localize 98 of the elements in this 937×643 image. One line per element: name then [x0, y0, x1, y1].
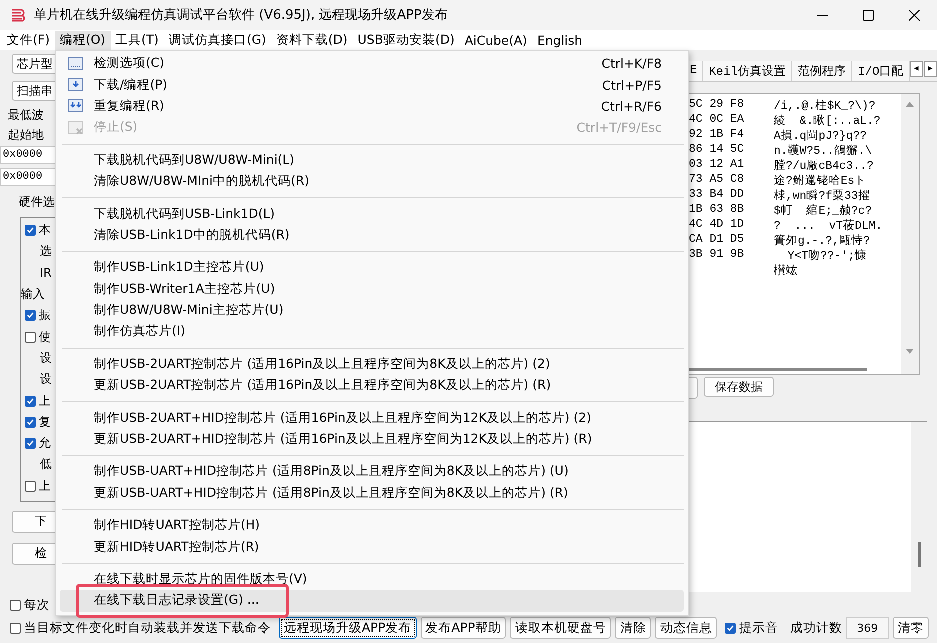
menu-item[interactable]: 清除U8W/U8W-MIni中的脱机代码(R) — [60, 170, 684, 192]
checkbox[interactable] — [10, 600, 21, 611]
tab-scroll-button[interactable]: ◂ — [910, 61, 923, 77]
close-icon[interactable] — [908, 10, 920, 20]
hex-bytes: 3B 91 9B — [688, 248, 746, 263]
checkbox-label: 复 — [39, 414, 51, 431]
menu-item[interactable]: 制作USB-Link1D主控芯片(U) — [60, 257, 684, 279]
menu-item[interactable]: 制作U8W/U8W-Mini主控芯片(U) — [60, 300, 684, 322]
menu-item[interactable]: 在线下载日志记录设置(G) ... — [60, 590, 684, 612]
hex-bytes: 5C 29 F8 — [688, 98, 746, 113]
ascii-text: /i,.@.柱$K_?\)? — [774, 98, 876, 113]
action-button[interactable]: 清除 — [615, 617, 652, 639]
option-label: 设 — [40, 350, 52, 367]
ascii-text: n.韄W?5..鵮獬.\ — [774, 144, 872, 158]
ascii-text: A損.q閩pJ?}q?? — [774, 128, 868, 143]
menu-item[interactable]: AiCube(A) — [460, 32, 532, 48]
option-label: 选 — [40, 243, 52, 260]
menu-item[interactable]: 清除USB-Link1D中的脱机代码(R) — [60, 224, 684, 246]
ascii-text: 簣夘g.-.?,甌恃? — [774, 234, 870, 248]
action-button[interactable]: 读取本机硬盘号 — [510, 617, 612, 639]
menu-item[interactable]: USB驱动安装(D) — [352, 30, 460, 50]
reset-button[interactable]: 清零 — [893, 617, 929, 639]
hex-bytes: 03 12 A1 — [688, 158, 746, 173]
menu-item[interactable]: 制作USB-2UART+HID控制芯片 (适用16Pin及以上且程序空间为12K及以上的芯片) (2) — [60, 407, 684, 429]
checkbox[interactable] — [25, 396, 36, 407]
checkbox-label: 提示音 — [739, 620, 778, 636]
hex-bytes: 4C 0C EA — [688, 113, 746, 128]
checkbox[interactable] — [25, 438, 36, 450]
checkbox-label: 使 — [39, 328, 51, 346]
ascii-text: 梂,wn瞬?f粟33擢 — [774, 188, 870, 203]
ascii-text: 途?鲋邋铑哈Esト — [774, 174, 867, 188]
menu-item[interactable]: 制作仿真芯片(I) — [60, 321, 684, 343]
tab-label[interactable]: 硬件选 — [19, 194, 58, 211]
checkbox-label: 上 — [39, 478, 51, 495]
option-label: IR — [40, 266, 52, 280]
stop-icon — [68, 120, 84, 136]
menu-item[interactable]: 下载脱机代码到USB-Link1D(L) — [60, 203, 684, 225]
checkbox[interactable] — [25, 416, 36, 428]
checkbox[interactable] — [25, 310, 36, 322]
app-logo-icon — [10, 7, 26, 23]
hex-bytes: 33 B4 DD — [688, 188, 746, 203]
counter-label: 成功计数 — [790, 620, 842, 636]
tab[interactable]: 范例程序 — [792, 61, 852, 81]
checkbox[interactable] — [10, 622, 21, 634]
option-label: 低 — [40, 456, 52, 474]
menu-item[interactable]: 制作USB-2UART控制芯片 (适用16Pin及以上且程序空间为8K及以上的芯片) (2) — [60, 354, 684, 376]
menu-item[interactable]: 编程(O) — [54, 30, 111, 50]
checkbox-label: 允 — [39, 435, 51, 452]
field-label: 起始地 — [8, 127, 45, 144]
tab[interactable]: I/O口配 — [852, 61, 910, 81]
checkbox-label: 每次 — [24, 597, 50, 614]
checkbox-label: 上 — [39, 392, 51, 410]
hex-bytes: 73 A5 C8 — [688, 173, 746, 188]
save-button[interactable]: 保存数据 — [704, 377, 774, 397]
tab-scroll-button[interactable]: ▸ — [924, 61, 937, 77]
menu-item[interactable]: 下载脱机代码到U8W/U8W-Mini(L) — [60, 150, 684, 171]
download-icon — [68, 77, 84, 94]
list-icon — [68, 56, 84, 72]
checkbox[interactable] — [25, 225, 36, 236]
counter-field: 369 — [846, 617, 889, 639]
menu-item[interactable]: English — [532, 32, 588, 48]
menu-item[interactable]: 制作USB-Writer1A主控芯片(U) — [60, 278, 684, 300]
download-icon — [68, 98, 84, 114]
ascii-text: 綾 &.瞅[:..aL.? — [774, 114, 881, 128]
menu-item[interactable]: 资料下载(D) — [271, 30, 353, 50]
hex-bytes: 4C 4D 1D — [688, 218, 746, 233]
menu-item[interactable]: 更新USB-UART+HID控制芯片 (适用8Pin及以上且程序空间为8K及以上的芯片) (R) — [60, 482, 684, 504]
action-button[interactable]: 远程现场升级APP发布 — [279, 617, 417, 639]
hex-bytes: 1B 63 8B — [688, 203, 746, 218]
checkbox[interactable] — [25, 480, 36, 492]
ascii-text: ? ... vT莜DLM. — [774, 218, 883, 233]
scrollbar[interactable] — [687, 368, 867, 371]
ascii-text: Y<T吻??-';慷 — [786, 248, 868, 263]
section-label: 输入 — [21, 286, 45, 304]
menu-item[interactable]: 更新USB-2UART+HID控制芯片 (适用16Pin及以上且程序空间为12K及以上的芯片) (R) — [60, 428, 684, 450]
hex-bytes: CA D1 D5 — [688, 233, 746, 248]
window-title: 单片机在线升级编程仿真调试平台软件 (V6.95J), 远程现场升级APP发布 — [34, 7, 449, 24]
hex-bytes: 92 1B F4 — [688, 128, 746, 143]
field-label: 最低波 — [8, 107, 45, 124]
checkbox[interactable] — [25, 332, 36, 343]
menu-item[interactable]: 文件(F) — [2, 30, 55, 50]
ascii-text: 膛?/u厰cB4c3..? — [774, 158, 874, 173]
tab[interactable]: Keil仿真设置 — [703, 61, 792, 81]
menu-item[interactable]: 更新USB-2UART控制芯片 (适用16Pin及以上且程序空间为8K及以上的芯片) (R) — [60, 375, 684, 396]
hex-bytes: 86 14 5C — [688, 143, 746, 158]
action-button[interactable]: 动态信息 — [655, 617, 718, 639]
menu-item[interactable]: 制作USB-UART+HID控制芯片 (适用8Pin及以上且程序空间为8K及以上的芯片) (U) — [60, 461, 684, 483]
option-label: 设 — [40, 371, 52, 388]
checkbox[interactable] — [725, 622, 736, 634]
menu-item[interactable]: 工具(T) — [110, 30, 164, 50]
maximize-icon[interactable] — [862, 10, 874, 20]
action-button[interactable]: 发布APP帮助 — [420, 617, 506, 639]
ascii-text: 櫕竑 — [774, 264, 798, 278]
ascii-text: $帄 綰E;_赪?c? — [774, 203, 872, 218]
checkbox-label: 振 — [39, 307, 51, 324]
menu-item[interactable]: 调试仿真接口(G) — [164, 30, 272, 50]
checkbox-label: 本 — [39, 222, 51, 240]
checkbox-label: 当目标文件变化时自动装载并发送下载命令 — [24, 620, 271, 636]
